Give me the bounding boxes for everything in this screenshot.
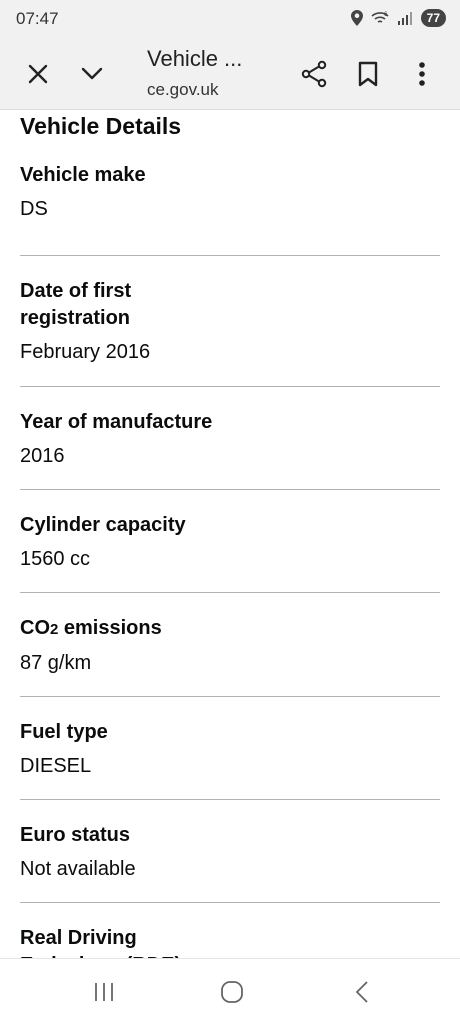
detail-value: 1560 cc: [20, 548, 91, 570]
section-heading: Vehicle Details: [20, 113, 182, 139]
vehicle-details-section: Vehicle Details Vehicle make DS Date of …: [20, 110, 440, 979]
detail-label: CO2 emissions: [20, 615, 440, 643]
page-title: Vehicle ...: [147, 46, 243, 71]
more-options-button[interactable]: [406, 56, 438, 92]
close-icon: [28, 64, 48, 84]
detail-row-cylinder-capacity: Cylinder capacity 1560 cc: [20, 490, 440, 593]
co2-label-text: CO: [20, 617, 50, 639]
detail-value: February 2016: [20, 341, 151, 363]
detail-label: Vehicle make: [20, 164, 146, 186]
share-button[interactable]: [296, 56, 332, 92]
detail-value: 87 g/km: [20, 652, 92, 674]
back-button[interactable]: [346, 977, 378, 1007]
home-button[interactable]: [216, 977, 248, 1007]
status-icons: 6 77: [350, 9, 446, 27]
detail-row-euro-status: Euro status Not available: [20, 800, 440, 903]
signal-icon: [397, 12, 412, 25]
detail-value: DIESEL: [20, 755, 92, 777]
bookmark-button[interactable]: [350, 56, 386, 92]
home-icon: [221, 981, 243, 1003]
page-url[interactable]: ce.gov.uk: [147, 80, 219, 100]
detail-row-co2-emissions: CO2 emissions 87 g/km: [20, 593, 440, 697]
recent-apps-button[interactable]: [88, 977, 120, 1007]
detail-row-fuel-type: Fuel type DIESEL: [20, 697, 440, 800]
detail-row-year-of-manufacture: Year of manufacture 2016: [20, 387, 440, 490]
share-icon: [301, 60, 327, 88]
bookmark-icon: [358, 61, 378, 87]
status-bar: 07:47 6 77: [0, 0, 460, 38]
detail-value: 2016: [20, 445, 65, 467]
detail-label: Year of manufacture: [20, 411, 213, 433]
co2-label-suffix: emissions: [58, 617, 162, 639]
system-nav-bar: [0, 958, 460, 1024]
battery-indicator: 77: [420, 9, 446, 27]
back-icon: [355, 981, 368, 1003]
detail-row-first-registration: Date of first registration February 2016: [20, 256, 440, 387]
detail-label: Date of first registration: [20, 280, 132, 329]
browser-toolbar: Vehicle ... ce.gov.uk: [0, 38, 460, 110]
close-button[interactable]: [22, 58, 54, 90]
location-icon: [350, 10, 363, 26]
recent-apps-icon: [95, 983, 113, 1001]
wifi-icon: 6: [371, 12, 389, 23]
expand-button[interactable]: [76, 58, 108, 90]
detail-value: Not available: [20, 858, 136, 880]
detail-label: Euro status: [20, 824, 131, 846]
detail-value: DS: [20, 198, 48, 220]
status-time: 07:47: [16, 9, 59, 28]
detail-row-vehicle-make: Vehicle make DS: [20, 140, 440, 256]
detail-label: Fuel type: [20, 721, 108, 743]
chevron-down-icon: [81, 67, 103, 80]
more-vert-icon: [419, 62, 425, 86]
detail-label: Cylinder capacity: [20, 514, 186, 536]
